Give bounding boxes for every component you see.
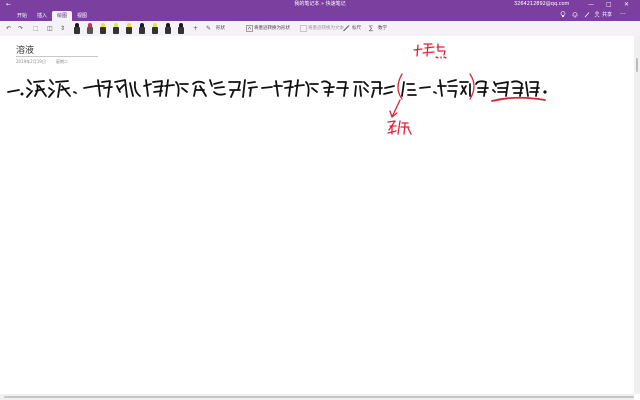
ink-layer — [7, 43, 547, 135]
vertical-scrollbar[interactable] — [634, 36, 640, 394]
handwritten-definition — [7, 79, 547, 98]
vertical-scroll-thumb[interactable] — [636, 58, 638, 72]
horizontal-scroll-thumb[interactable] — [4, 396, 634, 398]
underline-mark — [491, 96, 546, 102]
